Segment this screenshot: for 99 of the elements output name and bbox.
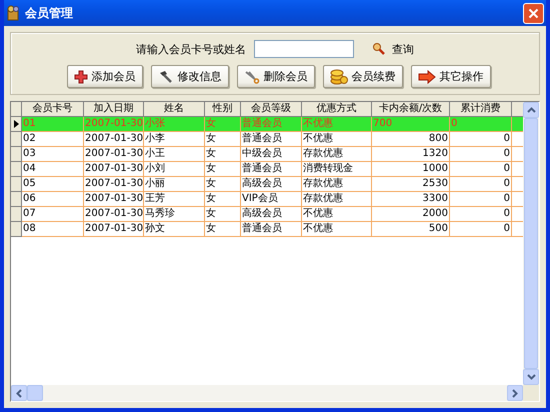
table-cell: 普通会员 bbox=[241, 117, 302, 132]
table-cell: 王芳 bbox=[144, 192, 205, 207]
table-cell: 0 bbox=[450, 132, 512, 147]
table-cell: 女 bbox=[205, 192, 241, 207]
column-header[interactable]: 会员等级 bbox=[241, 102, 302, 117]
scissors-icon bbox=[244, 70, 260, 84]
table-cell: 普通会员 bbox=[241, 222, 302, 237]
table-cell: 中级会员 bbox=[241, 147, 302, 162]
table-cell: 普通会员 bbox=[241, 132, 302, 147]
table-cell: 0 bbox=[450, 162, 512, 177]
table-cell: 小丽 bbox=[144, 177, 205, 192]
table-cell: 02 bbox=[22, 132, 84, 147]
current-row-icon bbox=[14, 120, 18, 128]
table-cell: 消费转现金 bbox=[302, 162, 372, 177]
table-cell: 2530 bbox=[372, 177, 450, 192]
table-cell: 存款优惠 bbox=[302, 177, 372, 192]
hammer-icon bbox=[158, 70, 174, 84]
horizontal-scrollbar[interactable] bbox=[11, 385, 539, 401]
table-cell: 存款优惠 bbox=[302, 147, 372, 162]
table-cell: 女 bbox=[205, 147, 241, 162]
coins-icon bbox=[330, 68, 348, 84]
table-cell: 小李 bbox=[144, 132, 205, 147]
table-cell: 女 bbox=[205, 177, 241, 192]
plus-icon bbox=[74, 70, 88, 84]
table-cell: 2007-01-30 bbox=[84, 147, 144, 162]
table-cell: 女 bbox=[205, 222, 241, 237]
table-cell: 01 bbox=[22, 117, 84, 132]
toolbar-button[interactable]: 删除会员 bbox=[236, 65, 314, 88]
row-indicator[interactable] bbox=[11, 117, 22, 132]
toolbar-button[interactable]: 其它操作 bbox=[410, 65, 490, 88]
toolbar-button[interactable]: 添加会员 bbox=[66, 65, 142, 88]
column-header[interactable]: 姓名 bbox=[144, 102, 205, 117]
window-title: 会员管理 bbox=[25, 4, 73, 22]
table-cell: 2007-01-30 bbox=[84, 222, 144, 237]
table-cell: 0 bbox=[450, 207, 512, 222]
table-cell: 小张 bbox=[144, 117, 205, 132]
table-cell: 08 bbox=[22, 222, 84, 237]
table-cell: 2007-01-30 bbox=[84, 117, 144, 132]
table-cell: 0 bbox=[450, 177, 512, 192]
table-cell: 0 bbox=[450, 222, 512, 237]
table-cell: 女 bbox=[205, 132, 241, 147]
table-cell: 女 bbox=[205, 207, 241, 222]
arrow-icon bbox=[418, 70, 436, 84]
table-cell: 2007-01-30 bbox=[84, 192, 144, 207]
table-cell: 高级会员 bbox=[241, 207, 302, 222]
table-cell: 1000 bbox=[372, 162, 450, 177]
table-cell: 2007-01-30 bbox=[84, 207, 144, 222]
app-icon bbox=[6, 5, 20, 21]
scroll-thumb[interactable] bbox=[27, 385, 43, 401]
toolbar-button[interactable]: 会员续费 bbox=[322, 65, 402, 88]
search-field[interactable] bbox=[254, 40, 354, 58]
close-icon bbox=[528, 8, 539, 18]
table-cell: 1320 bbox=[372, 147, 450, 162]
search-label: 请输入会员卡号或姓名 bbox=[136, 42, 246, 56]
column-header[interactable]: 性别 bbox=[205, 102, 241, 117]
table-cell: 0 bbox=[450, 192, 512, 207]
table-cell: 2007-01-30 bbox=[84, 177, 144, 192]
table-cell: 不优惠 bbox=[302, 207, 372, 222]
column-header[interactable] bbox=[512, 102, 523, 117]
table-cell: 0 bbox=[450, 117, 512, 132]
table-cell: 06 bbox=[22, 192, 84, 207]
table-cell: 不优惠 bbox=[302, 222, 372, 237]
table-cell: 05 bbox=[22, 177, 84, 192]
column-header[interactable]: 卡内余额/次数 bbox=[372, 102, 450, 117]
table-cell: 马秀珍 bbox=[144, 207, 205, 222]
table-cell: 04 bbox=[22, 162, 84, 177]
table-cell bbox=[512, 117, 523, 132]
table-cell: 2007-01-30 bbox=[84, 132, 144, 147]
table-cell: 普通会员 bbox=[241, 162, 302, 177]
table-cell: 700 bbox=[372, 117, 450, 132]
table-cell: 女 bbox=[205, 162, 241, 177]
table-cell: 0 bbox=[450, 147, 512, 162]
column-header[interactable]: 加入日期 bbox=[84, 102, 144, 117]
table-cell: 不优惠 bbox=[302, 117, 372, 132]
close-button[interactable] bbox=[523, 2, 544, 24]
table-cell: 女 bbox=[205, 117, 241, 132]
query-button[interactable]: 查询 bbox=[372, 42, 414, 56]
table-cell: 800 bbox=[372, 132, 450, 147]
toolbar-button[interactable]: 修改信息 bbox=[150, 65, 228, 88]
table-cell: 高级会员 bbox=[241, 177, 302, 192]
search-icon bbox=[372, 42, 386, 56]
table-cell: 2000 bbox=[372, 207, 450, 222]
column-header[interactable]: 累计消费 bbox=[450, 102, 512, 117]
table-cell: 小刘 bbox=[144, 162, 205, 177]
table-cell: 3300 bbox=[372, 192, 450, 207]
table-cell: 07 bbox=[22, 207, 84, 222]
scroll-thumb[interactable] bbox=[524, 118, 538, 369]
table-cell: 2007-01-30 bbox=[84, 162, 144, 177]
table-cell: VIP会员 bbox=[241, 192, 302, 207]
vertical-scrollbar[interactable] bbox=[523, 102, 539, 385]
table-cell: 500 bbox=[372, 222, 450, 237]
column-header[interactable]: 会员卡号 bbox=[22, 102, 84, 117]
table-cell: 不优惠 bbox=[302, 132, 372, 147]
column-header[interactable]: 优惠方式 bbox=[302, 102, 372, 117]
table-cell: 孙文 bbox=[144, 222, 205, 237]
table-cell: 小王 bbox=[144, 147, 205, 162]
scrollbar-corner bbox=[523, 385, 539, 401]
table-cell: 03 bbox=[22, 147, 84, 162]
table-cell: 存款优惠 bbox=[302, 192, 372, 207]
